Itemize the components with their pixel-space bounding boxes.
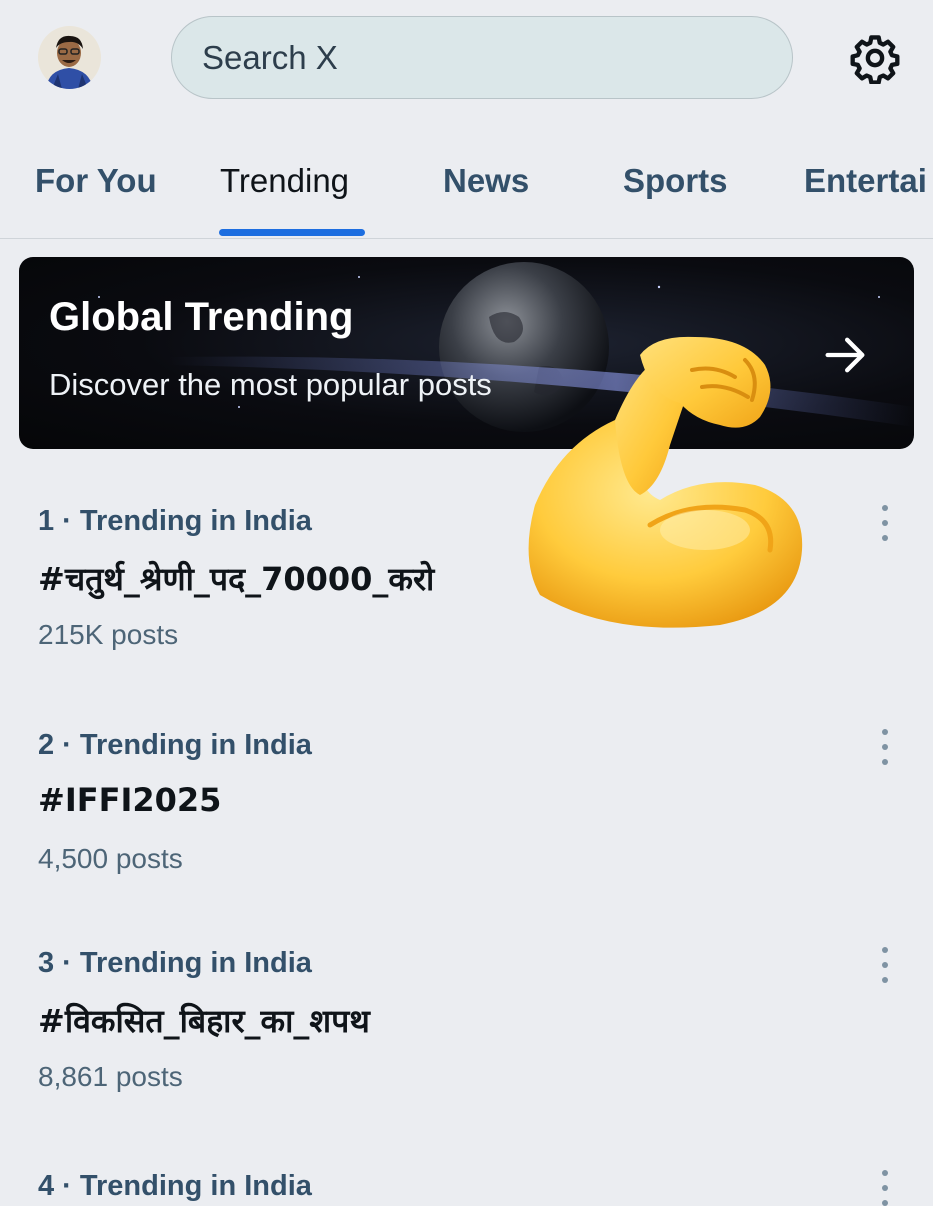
gear-icon	[850, 35, 900, 84]
tab-news[interactable]: News	[443, 162, 529, 200]
user-avatar-icon	[38, 26, 101, 89]
settings-button[interactable]	[848, 31, 902, 85]
more-options-icon[interactable]	[872, 505, 898, 541]
trend-meta: 1 · Trending in India	[38, 505, 312, 537]
trend-name: #IFFI2025	[38, 781, 222, 819]
more-options-icon[interactable]	[872, 947, 898, 983]
tab-sports[interactable]: Sports	[623, 162, 728, 200]
more-options-icon[interactable]	[872, 729, 898, 765]
arrow-right-icon	[825, 337, 865, 373]
global-trending-banner[interactable]: Global Trending Discover the most popula…	[19, 257, 914, 449]
banner-subtitle: Discover the most popular posts	[49, 367, 492, 402]
trend-item-2[interactable]: 2 · Trending in India #IFFI2025 4,500 po…	[0, 729, 933, 929]
search-bar[interactable]	[171, 16, 793, 99]
banner-title: Global Trending	[49, 295, 354, 339]
trend-post-count: 8,861 posts	[38, 1061, 183, 1092]
avatar[interactable]	[38, 26, 101, 89]
active-tab-indicator	[219, 229, 365, 236]
tab-trending[interactable]: Trending	[220, 162, 349, 200]
trend-item-1[interactable]: 1 · Trending in India #चतुर्थ_श्रेणी_पद_…	[0, 505, 933, 705]
trend-item-3[interactable]: 3 · Trending in India #विकसित_बिहार_का_श…	[0, 947, 933, 1147]
tab-for-you[interactable]: For You	[35, 162, 157, 200]
tab-bar: For You Trending News Sports Entertai	[0, 130, 933, 239]
tab-entertainment[interactable]: Entertai	[804, 162, 927, 200]
trend-item-4[interactable]: 4 · Trending in India	[0, 1170, 933, 1206]
trend-post-count: 4,500 posts	[38, 843, 183, 874]
globe-background-image	[98, 262, 914, 432]
search-input[interactable]	[202, 38, 722, 77]
trend-meta: 4 · Trending in India	[38, 1170, 312, 1202]
trend-post-count: 215K posts	[38, 619, 179, 650]
trend-meta: 3 · Trending in India	[38, 947, 312, 979]
more-options-icon[interactable]	[872, 1170, 898, 1206]
trend-name: #विकसित_बिहार_का_शपथ	[38, 1002, 370, 1040]
trend-name: #चतुर्थ_श्रेणी_पद_70000_करो	[38, 560, 435, 598]
trend-meta: 2 · Trending in India	[38, 729, 312, 761]
